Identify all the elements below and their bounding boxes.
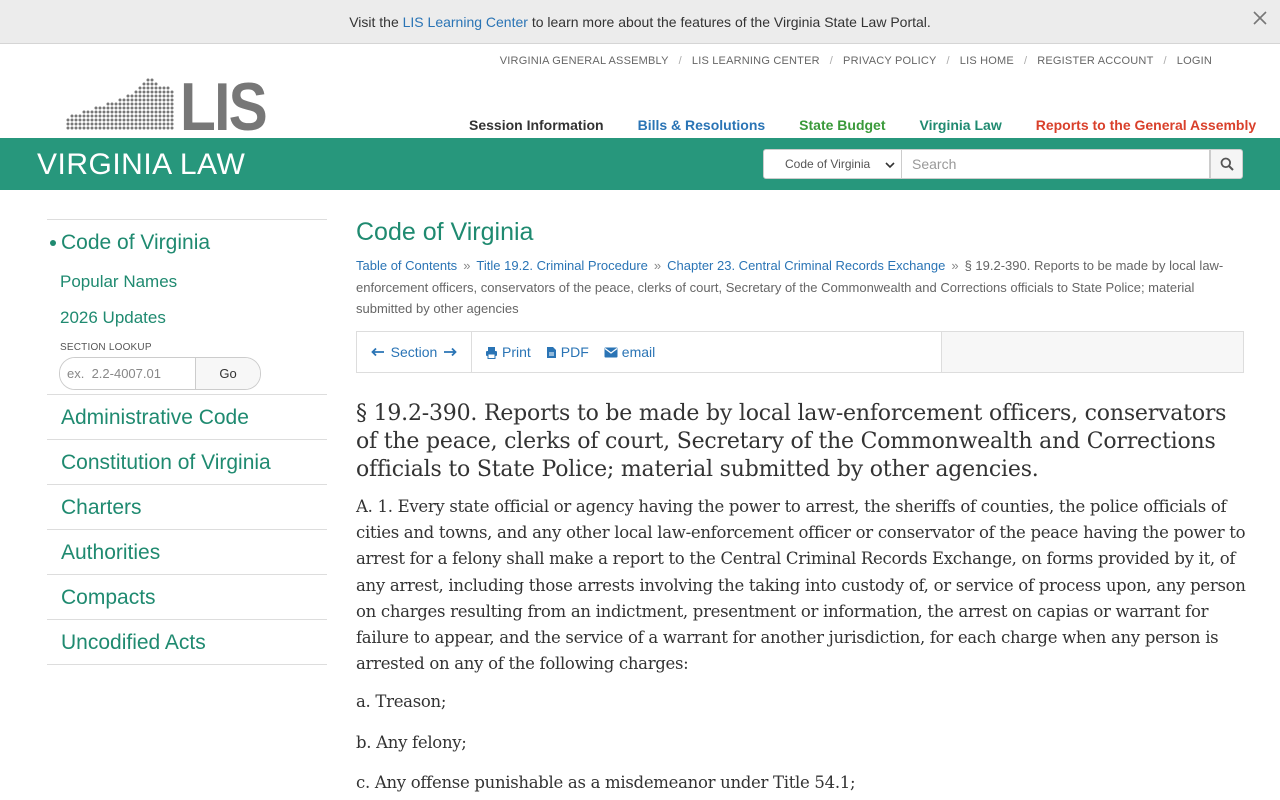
section-lookup-input[interactable] [60, 358, 196, 389]
utility-nav: VIRGINIA GENERAL ASSEMBLY / LIS LEARNING C… [500, 55, 1212, 67]
search-button[interactable] [1210, 149, 1243, 179]
sidebar-item-label: Code of Virginia [61, 231, 211, 254]
page-title: Code of Virginia [356, 218, 534, 246]
utility-link-privacy-policy[interactable]: PRIVACY POLICY [843, 55, 936, 67]
pdf-button[interactable]: PDF [546, 344, 589, 360]
main-nav-session-information[interactable]: Session Information [469, 117, 604, 133]
pdf-label: PDF [560, 344, 589, 360]
section-title: VIRGINIA LAW [37, 148, 246, 181]
sidebar-item-authorities[interactable]: Authorities [47, 530, 327, 575]
bullet-icon [50, 240, 56, 246]
logo-text: LIS [180, 74, 266, 132]
section-header-bar: VIRGINIA LAW Code of Virginia [0, 138, 1280, 190]
print-button[interactable]: Print [485, 344, 531, 360]
search-scope-value: Code of Virginia [785, 157, 871, 171]
lis-logo[interactable]: LIS [64, 69, 268, 145]
utility-link-login[interactable]: LOGIN [1177, 55, 1212, 67]
breadcrumb-separator: » [463, 258, 471, 273]
utility-link-lis-home[interactable]: LIS HOME [960, 55, 1014, 67]
breadcrumb-title[interactable]: Title 19.2. Criminal Procedure [476, 258, 647, 273]
section-navigation: Section [357, 332, 472, 372]
sidebar-item-constitution[interactable]: Constitution of Virginia [47, 440, 327, 485]
main-nav-state-budget[interactable]: State Budget [799, 117, 885, 133]
section-paragraph: A. 1. Every state official or agency hav… [356, 497, 1246, 674]
section-heading: § 19.2-390. Reports to be made by local … [356, 401, 1227, 482]
sidebar-item-uncodified-acts[interactable]: Uncodified Acts [47, 620, 327, 665]
breadcrumb-separator: » [653, 258, 662, 273]
section-lookup-go-button[interactable]: Go [196, 358, 260, 389]
lis-learning-center-link[interactable]: LIS Learning Center [403, 14, 528, 30]
print-label: Print [502, 344, 531, 360]
search-scope-select[interactable]: Code of Virginia [763, 149, 902, 179]
sidebar-active-group: Code of Virginia Popular Names 2026 Upda… [47, 219, 327, 395]
sidebar-item-charters[interactable]: Charters [47, 485, 327, 530]
sidebar-item-2026-updates[interactable]: 2026 Updates [47, 300, 327, 336]
list-item: b. Any felony; [356, 733, 467, 752]
search-input[interactable] [902, 149, 1210, 179]
utility-separator: / [1163, 55, 1167, 67]
utility-separator: / [1023, 55, 1028, 67]
section-toolbar: Section Print PDF email [356, 331, 1244, 373]
arrow-left-icon[interactable] [370, 347, 385, 357]
banner-suffix: to learn more about the features of the … [531, 13, 931, 30]
sidebar-item-compacts[interactable]: Compacts [47, 575, 327, 620]
file-icon [546, 346, 556, 358]
utility-separator: / [829, 55, 834, 67]
email-label: email [621, 344, 656, 360]
info-banner: Visit the LIS Learning Center to learn m… [0, 0, 1280, 44]
main-nav-reports-to-the-general-assembly[interactable]: Reports to the General Assembly [1036, 117, 1256, 133]
sidebar: Code of Virginia Popular Names 2026 Upda… [47, 219, 327, 665]
email-button[interactable]: email [604, 344, 655, 360]
utility-link-register-account[interactable]: REGISTER ACCOUNT [1037, 55, 1153, 67]
breadcrumb: Table of Contents » Title 19.2. Criminal P… [356, 255, 1251, 320]
search-form: Code of Virginia [763, 149, 1243, 179]
print-icon [486, 346, 497, 359]
chevron-down-icon [885, 162, 895, 169]
main-nav-bills-resolutions[interactable]: Bills & Resolutions [638, 117, 766, 133]
section-lookup-form: Go [59, 357, 261, 390]
envelope-icon [604, 347, 618, 357]
sidebar-item-administrative-code[interactable]: Administrative Code [47, 395, 327, 440]
breadcrumb-table-of-contents[interactable]: Table of Contents [356, 258, 457, 273]
main-content: Code of Virginia Table of Contents » Title… [356, 218, 1251, 792]
section-tools: Print PDF email [472, 332, 942, 372]
banner-prefix: Visit the [349, 13, 399, 30]
breadcrumb-separator: » [951, 258, 959, 273]
list-item: c. Any offense punishable as a misdemean… [356, 773, 856, 792]
utility-separator: / [946, 55, 950, 67]
main-nav: Session Information Bills & Resolutions St… [469, 117, 1256, 133]
search-icon [1220, 157, 1234, 171]
utility-link-virginia-general-assembly[interactable]: VIRGINIA GENERAL ASSEMBLY [500, 55, 669, 67]
section-nav-label: Section [390, 344, 438, 360]
section-lookup-label: SECTION LOOKUP [60, 342, 152, 353]
utility-link-lis-learning-center[interactable]: LIS LEARNING CENTER [692, 55, 820, 67]
arrow-right-icon[interactable] [443, 347, 458, 357]
breadcrumb-chapter[interactable]: Chapter 23. Central Criminal Records Exc… [667, 258, 945, 273]
toolbar-spacer [942, 332, 1243, 372]
close-icon[interactable] [1250, 8, 1270, 28]
list-item: a. Treason; [356, 692, 447, 711]
main-nav-virginia-law[interactable]: Virginia Law [920, 117, 1002, 133]
sidebar-item-code-of-virginia[interactable]: Code of Virginia [47, 230, 327, 260]
sidebar-item-popular-names[interactable]: Popular Names [47, 264, 327, 300]
utility-separator: / [678, 55, 682, 67]
